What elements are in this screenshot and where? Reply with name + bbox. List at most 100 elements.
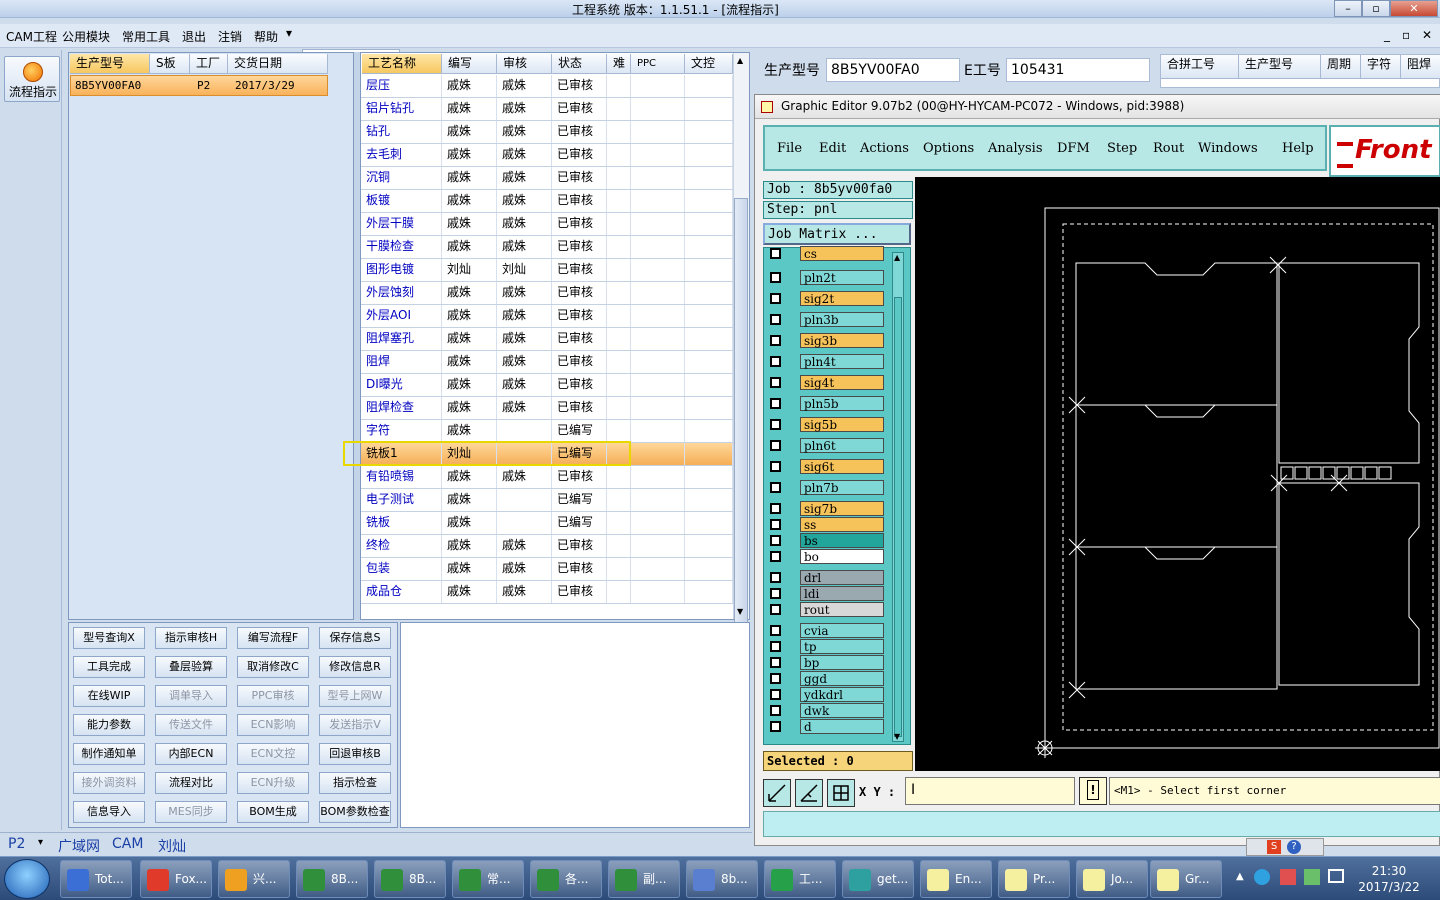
layer-name[interactable]: sig2t bbox=[800, 291, 884, 306]
col-status[interactable]: 状态 bbox=[552, 54, 607, 74]
ge-menu-actions[interactable]: Actions bbox=[860, 141, 909, 156]
action-button[interactable]: ECN文控 bbox=[237, 743, 309, 765]
table-row[interactable]: 去毛刺 戚姝 戚姝 已审核 bbox=[361, 144, 733, 167]
tray-app-icon[interactable] bbox=[1304, 869, 1320, 885]
action-button[interactable]: 型号上网W bbox=[319, 685, 391, 707]
table-row[interactable]: 外层干膜 戚姝 戚姝 已审核 bbox=[361, 213, 733, 236]
e-number-field[interactable]: 105431 bbox=[1006, 58, 1150, 82]
action-button[interactable]: 工具完成 bbox=[73, 656, 145, 678]
ime-toolbar[interactable]: S ? bbox=[1246, 838, 1324, 856]
layer-checkbox[interactable] bbox=[770, 440, 781, 451]
layer-checkbox[interactable] bbox=[770, 356, 781, 367]
table-row[interactable]: 干膜检查 戚姝 戚姝 已审核 bbox=[361, 236, 733, 259]
layer-checkbox[interactable] bbox=[770, 419, 781, 430]
close-icon[interactable]: ✕ bbox=[1422, 28, 1432, 42]
action-button[interactable]: 制作通知单 bbox=[73, 743, 145, 765]
layer-checkbox[interactable] bbox=[770, 673, 781, 684]
col-doc-control[interactable]: 文控 bbox=[685, 54, 733, 74]
taskbar-item[interactable]: Fox... bbox=[140, 860, 212, 898]
layer-row[interactable]: sig7b bbox=[768, 501, 886, 516]
col-cycle[interactable]: 周期 bbox=[1321, 55, 1361, 79]
status-factory[interactable]: P2 bbox=[8, 836, 25, 852]
layer-checkbox[interactable] bbox=[770, 721, 781, 732]
menu-cam[interactable]: CAM工程 bbox=[6, 28, 57, 45]
action-button[interactable]: 取消修改C bbox=[237, 656, 309, 678]
table-row[interactable]: 铝片钻孔 戚姝 戚姝 已审核 bbox=[361, 98, 733, 121]
taskbar-item[interactable]: 常... bbox=[452, 860, 524, 898]
xy-input[interactable]: I bbox=[905, 777, 1075, 805]
table-row[interactable]: 铣板 戚姝 已编写 bbox=[361, 512, 733, 535]
taskbar-item[interactable]: 8b... bbox=[686, 860, 758, 898]
chevron-down-icon[interactable]: ▾ bbox=[38, 837, 43, 848]
table-row[interactable]: 钻孔 戚姝 戚姝 已审核 bbox=[361, 121, 733, 144]
chevron-down-icon[interactable]: ▾ bbox=[286, 26, 292, 40]
action-button[interactable]: 型号查询X bbox=[73, 627, 145, 649]
table-row[interactable]: 8B5YV00FA0 P2 2017/3/29 bbox=[70, 75, 328, 96]
tray-display-icon[interactable] bbox=[1328, 869, 1344, 883]
menu-common-modules[interactable]: 公用模块 bbox=[62, 28, 110, 45]
action-button[interactable]: 指示检查 bbox=[319, 772, 391, 794]
job-matrix-button[interactable]: Job Matrix ... bbox=[763, 223, 911, 245]
taskbar-item[interactable]: 8B... bbox=[374, 860, 446, 898]
layer-name[interactable]: bs bbox=[800, 533, 884, 548]
action-button[interactable]: 编写流程F bbox=[237, 627, 309, 649]
menu-logout[interactable]: 注销 bbox=[218, 28, 242, 45]
layer-name[interactable]: ggd bbox=[800, 671, 884, 686]
menu-common-tools[interactable]: 常用工具 bbox=[122, 28, 170, 45]
action-button[interactable]: 叠层验算 bbox=[155, 656, 227, 678]
layer-row[interactable]: sig2t bbox=[768, 291, 886, 306]
layer-checkbox[interactable] bbox=[770, 657, 781, 668]
layer-checkbox[interactable] bbox=[770, 377, 781, 388]
layer-row[interactable]: pln6t bbox=[768, 438, 886, 453]
action-button[interactable]: 传送文件 bbox=[155, 714, 227, 736]
action-button[interactable]: 接外调资料 bbox=[73, 772, 145, 794]
taskbar-item[interactable]: 各... bbox=[530, 860, 602, 898]
col-model-2[interactable]: 生产型号 bbox=[1239, 55, 1321, 79]
col-factory[interactable]: 工厂 bbox=[190, 54, 228, 74]
layer-name[interactable]: pln6t bbox=[800, 438, 884, 453]
layer-checkbox[interactable] bbox=[770, 572, 781, 583]
layer-row[interactable]: pln5b bbox=[768, 396, 886, 411]
layer-row[interactable]: bp bbox=[768, 655, 886, 670]
scroll-thumb[interactable] bbox=[734, 198, 748, 638]
tray-network-icon[interactable] bbox=[1254, 869, 1270, 885]
col-char[interactable]: 字符 bbox=[1361, 55, 1401, 79]
ime-icon[interactable]: S bbox=[1267, 840, 1281, 854]
scroll-up-icon[interactable]: ▲ bbox=[894, 253, 900, 262]
table-row[interactable]: 阻焊塞孔 戚姝 戚姝 已审核 bbox=[361, 328, 733, 351]
layer-checkbox[interactable] bbox=[770, 398, 781, 409]
action-button[interactable]: 信息导入 bbox=[73, 801, 145, 823]
layer-row[interactable]: dwk bbox=[768, 703, 886, 718]
table-row[interactable]: 外层AOI 戚姝 戚姝 已审核 bbox=[361, 305, 733, 328]
table-row[interactable]: 有铅喷锡 戚姝 戚姝 已审核 bbox=[361, 466, 733, 489]
layer-row[interactable]: tp bbox=[768, 639, 886, 654]
table-row[interactable]: 包装 戚姝 戚姝 已审核 bbox=[361, 558, 733, 581]
layer-name[interactable]: ldi bbox=[800, 586, 884, 601]
model-field[interactable]: 8B5YV00FA0 bbox=[826, 58, 960, 82]
table-row[interactable]: 电子测试 戚姝 已编写 bbox=[361, 489, 733, 512]
action-button[interactable]: 发送指示V bbox=[319, 714, 391, 736]
minimize-button[interactable]: – bbox=[1334, 0, 1362, 17]
layer-name[interactable]: sig4t bbox=[800, 375, 884, 390]
measure-icon[interactable] bbox=[795, 779, 823, 807]
col-writer[interactable]: 编写 bbox=[442, 54, 497, 74]
col-reviewer[interactable]: 审核 bbox=[497, 54, 552, 74]
taskbar-item[interactable]: En... bbox=[920, 860, 992, 898]
action-button[interactable]: 内部ECN bbox=[155, 743, 227, 765]
action-button[interactable]: PPC审核 bbox=[237, 685, 309, 707]
taskbar-item[interactable]: get... bbox=[842, 860, 914, 898]
scroll-up-icon[interactable]: ▲ bbox=[737, 56, 743, 65]
layer-name[interactable]: bp bbox=[800, 655, 884, 670]
layer-checkbox[interactable] bbox=[770, 482, 781, 493]
taskbar-item[interactable]: Gr... bbox=[1150, 860, 1222, 898]
layer-row[interactable]: ggd bbox=[768, 671, 886, 686]
table-row[interactable]: 沉铜 戚姝 戚姝 已审核 bbox=[361, 167, 733, 190]
tray-expand-icon[interactable]: ▲ bbox=[1236, 871, 1244, 882]
layer-checkbox[interactable] bbox=[770, 641, 781, 652]
layer-checkbox[interactable] bbox=[770, 335, 781, 346]
layer-name[interactable]: sig7b bbox=[800, 501, 884, 516]
maximize-button[interactable]: ▫ bbox=[1362, 0, 1390, 17]
table-row[interactable]: 阻焊检查 戚姝 戚姝 已审核 bbox=[361, 397, 733, 420]
layer-row[interactable]: bs bbox=[768, 533, 886, 548]
layer-checkbox[interactable] bbox=[770, 293, 781, 304]
